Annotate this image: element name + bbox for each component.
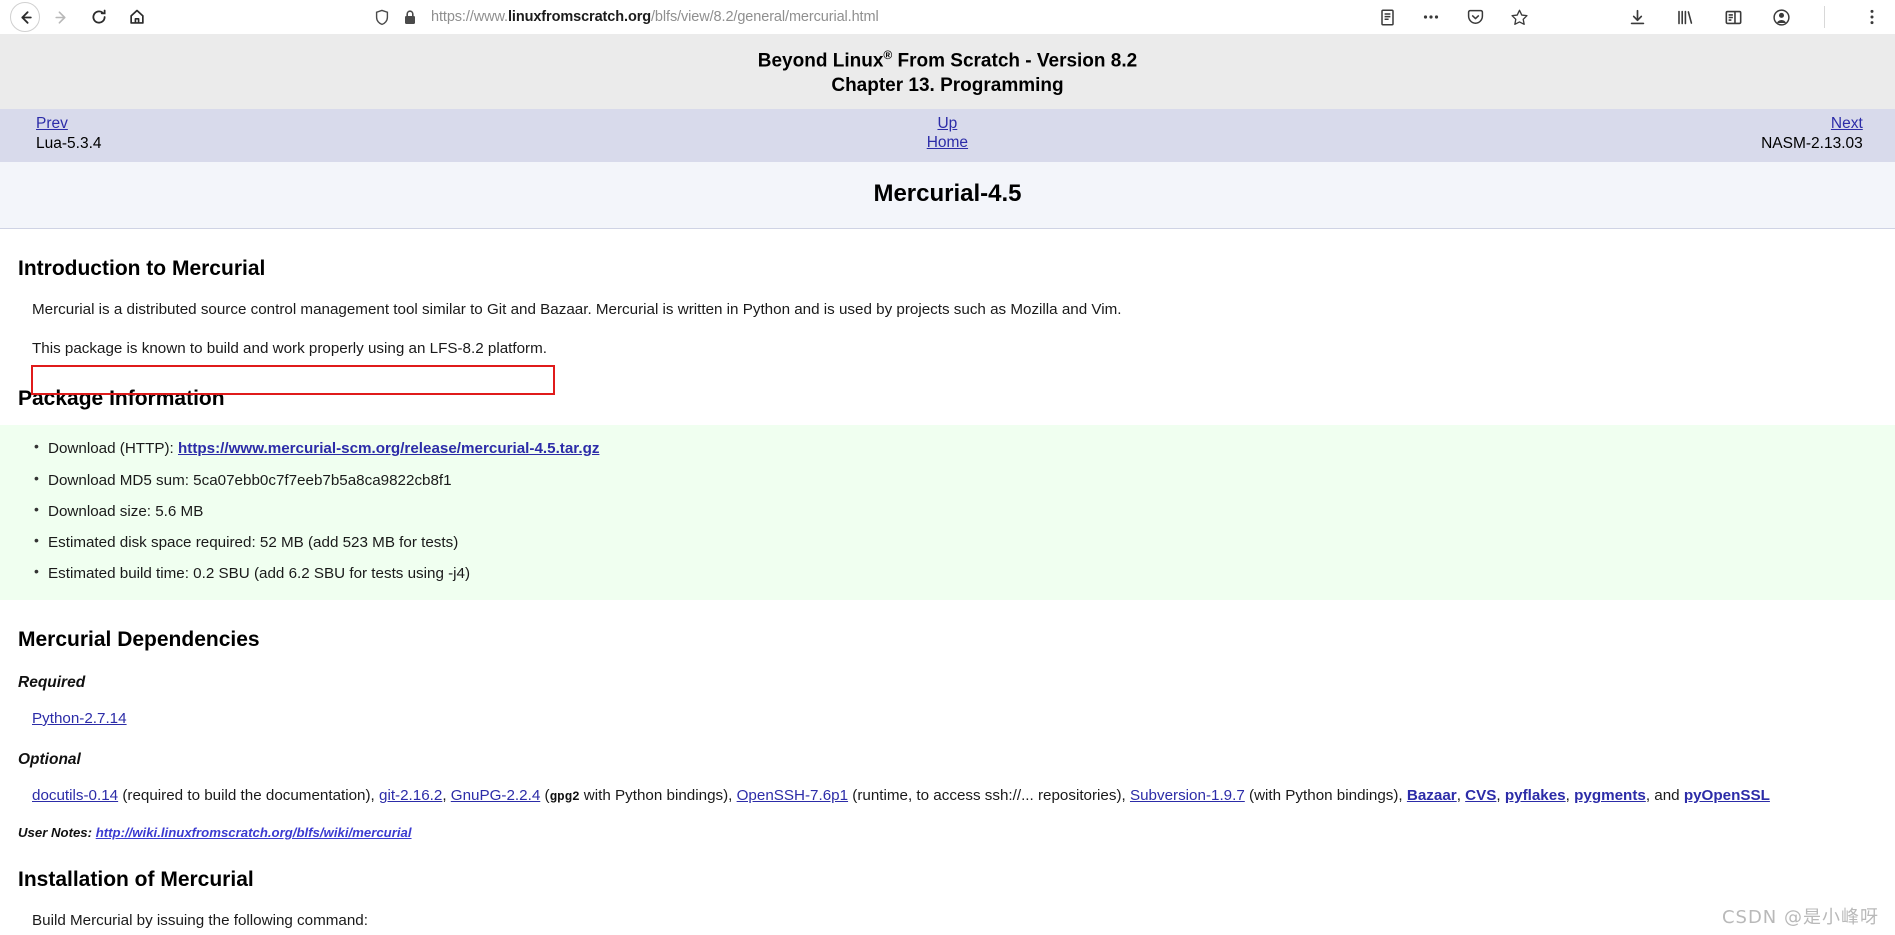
optional-dependencies: docutils-0.14 (required to build the doc… (18, 785, 1877, 807)
subversion-note: (with Python bindings), (1244, 787, 1407, 805)
nav-next: Next NASM-2.13.03 (1263, 115, 1895, 154)
list-item-build-time: Estimated build time: 0.2 SBU (add 6.2 S… (34, 558, 1895, 589)
installation-intro: Build Mercurial by issuing the following… (32, 911, 368, 929)
gpg2-code: gpg2 (549, 790, 580, 805)
home-link[interactable]: Home (927, 134, 968, 151)
bookmark-star-icon[interactable] (1508, 6, 1530, 28)
subversion-link[interactable]: Subversion-1.9.7 (1130, 787, 1245, 804)
url-bar-actions (1376, 6, 1534, 28)
openssh-link[interactable]: OpenSSH-7.6p1 (737, 787, 848, 804)
chapter-title: Chapter 13. Programming (831, 74, 1064, 96)
title-band: Mercurial-4.5 (0, 161, 1895, 229)
gnupg-note-close: with Python bindings), (579, 787, 737, 805)
home-button[interactable] (120, 0, 154, 34)
lock-icon[interactable] (403, 9, 417, 26)
nav-header: Prev Lua-5.3.4 Up Home Next NASM-2.13.03 (0, 108, 1895, 162)
optional-label: Optional (18, 751, 81, 769)
user-notes-label: User Notes: (18, 824, 96, 840)
prev-subtitle: Lua-5.3.4 (36, 134, 102, 152)
page-actions-icon[interactable] (1420, 6, 1442, 28)
url-host: linuxfromscratch.org (507, 9, 651, 25)
gnupg-link[interactable]: GnuPG-2.2.4 (451, 787, 541, 804)
url-bar-container: https://www.linuxfromscratch.org/blfs/vi… (170, 2, 1542, 32)
book-header: Beyond Linux® From Scratch - Version 8.2… (0, 34, 1895, 109)
package-information-list: Download (HTTP): https://www.mercurial-s… (0, 433, 1895, 589)
download-label: Download (HTTP): (48, 440, 178, 458)
browser-toolbar: https://www.linuxfromscratch.org/blfs/vi… (0, 0, 1895, 34)
openssh-note: (runtime, to access ssh://... repositori… (848, 787, 1130, 805)
bazaar-link[interactable]: Bazaar (1407, 787, 1457, 804)
registered-mark: ® (883, 48, 893, 62)
shield-icon[interactable] (374, 9, 390, 26)
dependencies-block: Mercurial Dependencies Required Python-2… (0, 628, 1895, 935)
page-content: Beyond Linux® From Scratch - Version 8.2… (0, 34, 1895, 935)
toolbar-right-actions (1602, 6, 1885, 28)
back-button[interactable] (10, 2, 40, 32)
intro-paragraph-1: Mercurial is a distributed source contro… (32, 300, 1122, 318)
section-heading-installation: Installation of Mercurial (18, 867, 254, 891)
separator-4: , (1565, 787, 1575, 805)
user-notes: User Notes: http://wiki.linuxfromscratch… (18, 825, 1877, 840)
page-title: Mercurial-4.5 (873, 179, 1022, 207)
package-information-block: Download (HTTP): https://www.mercurial-s… (0, 425, 1895, 600)
separator-5: , and (1645, 787, 1684, 805)
separator-1: , (442, 787, 451, 805)
list-item-disk-space: Estimated disk space required: 52 MB (ad… (34, 527, 1895, 558)
user-notes-link[interactable]: http://wiki.linuxfromscratch.org/blfs/wi… (96, 825, 412, 840)
docutils-link[interactable]: docutils-0.14 (32, 787, 118, 804)
section-heading-introduction: Introduction to Mercurial (18, 256, 266, 280)
url-bar[interactable]: https://www.linuxfromscratch.org/blfs/vi… (170, 2, 1542, 32)
app-menu-icon[interactable] (1861, 6, 1883, 28)
section-heading-dependencies: Mercurial Dependencies (18, 627, 260, 651)
intro-paragraph-2: This package is known to build and work … (32, 340, 547, 358)
account-icon[interactable] (1770, 6, 1792, 28)
pocket-icon[interactable] (1464, 6, 1486, 28)
url-text[interactable]: https://www.linuxfromscratch.org/blfs/vi… (431, 9, 879, 25)
library-icon[interactable] (1674, 6, 1696, 28)
cvs-link[interactable]: CVS (1465, 787, 1496, 804)
book-title-pre: Beyond Linux (757, 50, 884, 72)
pygments-link[interactable]: pygments (1574, 787, 1646, 804)
downloads-icon[interactable] (1626, 6, 1648, 28)
navigation-buttons (10, 0, 154, 34)
up-link[interactable]: Up (937, 115, 957, 132)
pyflakes-link[interactable]: pyflakes (1505, 787, 1566, 804)
book-title: Beyond Linux® From Scratch - Version 8.2 (0, 48, 1895, 74)
reload-button[interactable] (82, 0, 116, 34)
forward-button[interactable] (44, 0, 78, 34)
list-item-size: Download size: 5.6 MB (34, 496, 1895, 527)
git-link[interactable]: git-2.16.2 (379, 787, 442, 804)
sidebar-icon[interactable] (1722, 6, 1744, 28)
list-item-md5: Download MD5 sum: 5ca07ebb0c7f7eeb7b5a8c… (34, 465, 1895, 496)
url-scheme: https://www. (431, 9, 508, 25)
required-label: Required (18, 673, 86, 691)
url-path: /blfs/view/8.2/general/mercurial.html (651, 9, 879, 25)
required-dependencies: Python-2.7.14 (18, 708, 1877, 729)
pyopenssl-link[interactable]: pyOpenSSL (1684, 787, 1770, 804)
watermark: CSDN @是小峰呀 (1721, 907, 1879, 928)
gnupg-note-open: ( (540, 787, 550, 805)
next-link[interactable]: Next (1831, 115, 1863, 132)
book-title-post: From Scratch - Version 8.2 (892, 50, 1138, 72)
next-subtitle: NASM-2.13.03 (1761, 134, 1863, 152)
separator-3: , (1496, 787, 1505, 805)
download-link[interactable]: https://www.mercurial-scm.org/release/me… (178, 440, 599, 457)
nav-prev: Prev Lua-5.3.4 (0, 115, 632, 154)
docutils-note: (required to build the documentation), (118, 787, 379, 805)
python-link[interactable]: Python-2.7.14 (32, 710, 127, 727)
prev-link[interactable]: Prev (36, 115, 68, 132)
section-heading-package-information: Package Information (18, 387, 225, 411)
page-viewport: Beyond Linux® From Scratch - Version 8.2… (0, 34, 1895, 935)
nav-center: Up Home (632, 115, 1264, 153)
reader-view-icon[interactable] (1376, 6, 1398, 28)
list-item-download: Download (HTTP): https://www.mercurial-s… (34, 433, 1895, 464)
url-bar-identity-icons (374, 9, 417, 26)
separator-2: , (1456, 787, 1466, 805)
content-body: Introduction to Mercurial Mercurial is a… (0, 257, 1895, 412)
toolbar-divider (1824, 6, 1825, 28)
